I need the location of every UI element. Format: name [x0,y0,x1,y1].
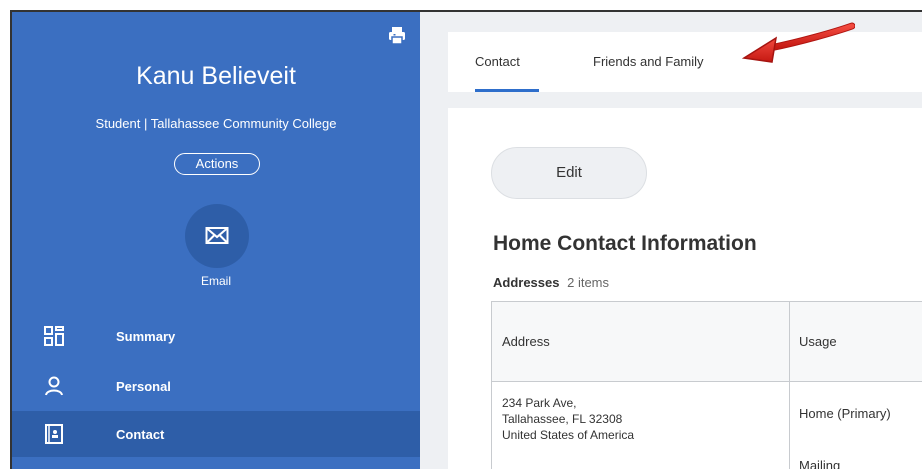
nav-item-personal[interactable]: Personal [12,366,420,408]
nav-label-contact: Contact [116,427,165,442]
profile-subtitle: Student | Tallahassee Community College [95,116,337,131]
envelope-icon [205,227,229,244]
tab-friends-and-family[interactable]: Friends and Family [593,54,704,69]
address-line-3: United States of America [502,428,635,442]
addresses-label: Addresses [493,275,560,290]
print-icon[interactable] [387,26,407,46]
addresses-header: Addresses 2 items [493,275,609,290]
tab-contact[interactable]: Contact [475,54,520,69]
edit-button[interactable]: Edit [491,147,647,199]
nav-label-personal: Personal [116,379,171,394]
email-button[interactable] [185,204,249,268]
profile-name: Kanu Believeit [136,62,296,90]
person-icon [44,376,64,396]
nav-more [12,460,420,469]
nav-item-summary[interactable]: Summary [12,316,420,358]
section-title: Home Contact Information [493,232,757,255]
actions-button[interactable]: Actions [174,153,260,175]
column-header-usage[interactable]: Usage [799,334,837,349]
table-cell-address: 234 Park Ave, Tallahassee, FL 32308 Unit… [502,395,634,443]
red-arrow-annotation [741,22,855,63]
active-tab-indicator [475,89,539,92]
cropped-top-text [0,0,922,10]
table-cell-usage-primary: Home (Primary) [799,406,891,421]
table-cell-usage-secondary: Mailing [799,458,841,469]
contact-card: Edit Home Contact Information Addresses … [448,108,922,469]
addresses-count: 2 items [567,275,610,290]
email-label: Email [200,274,231,288]
screenshot-root: Kanu Believeit Student | Tallahassee Com… [0,0,922,469]
grid-icon [44,326,64,346]
nav-label-summary: Summary [116,329,176,344]
contact-book-icon [44,424,64,444]
address-line-1: 234 Park Ave, [502,396,577,410]
addresses-table: Address Usage 234 Park Ave, Tallahassee,… [491,301,922,469]
nav-item-contact[interactable]: Contact [12,411,420,457]
column-header-address[interactable]: Address [502,334,550,349]
column-divider [789,302,790,469]
address-line-2: Tallahassee, FL 32308 [502,412,623,426]
table-header-row: Address Usage [492,302,922,382]
profile-sidebar: Kanu Believeit Student | Tallahassee Com… [12,12,420,469]
